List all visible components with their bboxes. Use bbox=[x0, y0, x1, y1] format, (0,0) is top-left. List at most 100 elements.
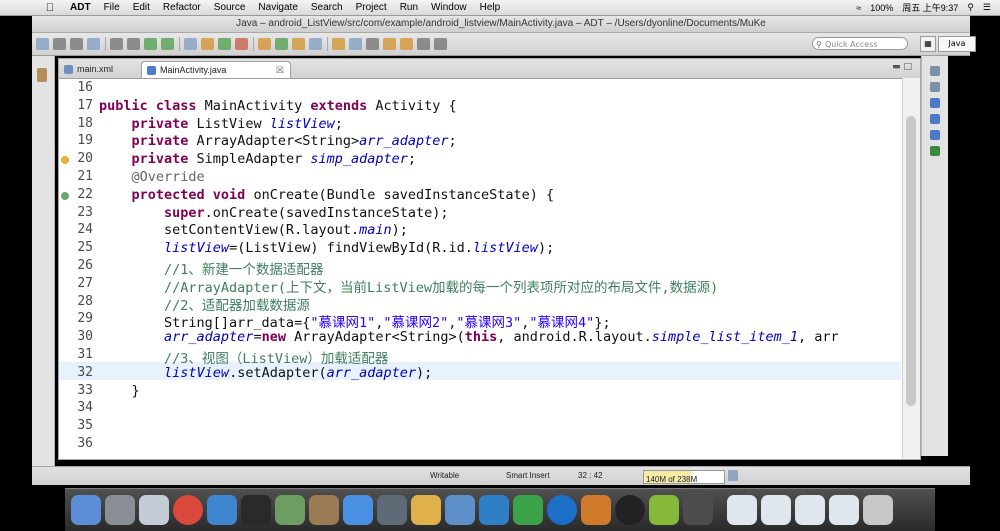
code-line[interactable]: } bbox=[99, 383, 140, 399]
menu-project[interactable]: Project bbox=[356, 0, 387, 15]
code-line[interactable]: listView=(ListView) findViewById(R.id.li… bbox=[99, 240, 554, 256]
battery-label[interactable]: 100% bbox=[870, 3, 893, 13]
scrollbar-thumb[interactable] bbox=[906, 116, 916, 406]
logcat-icon[interactable] bbox=[930, 146, 940, 156]
sourcetree-icon[interactable] bbox=[479, 495, 509, 525]
run-icon[interactable] bbox=[218, 38, 231, 50]
outline-view-icon[interactable] bbox=[930, 66, 940, 76]
klook-icon[interactable] bbox=[547, 495, 577, 525]
safari-icon[interactable] bbox=[139, 495, 169, 525]
code-line[interactable]: setContentView(R.layout.main); bbox=[99, 222, 408, 238]
new-icon[interactable] bbox=[36, 38, 49, 50]
code-line[interactable]: @Override bbox=[99, 169, 205, 185]
vertical-scrollbar[interactable] bbox=[902, 78, 920, 459]
code-line[interactable]: listView.setAdapter(arr_adapter); bbox=[99, 365, 432, 381]
restore-view-icon[interactable] bbox=[37, 68, 47, 82]
menu-edit[interactable]: Edit bbox=[133, 0, 150, 15]
window-title: Java – android_ListView/src/com/example/… bbox=[32, 16, 970, 33]
minimized-window-3[interactable] bbox=[795, 495, 825, 525]
xmind-icon[interactable] bbox=[513, 495, 543, 525]
menu-file[interactable]: File bbox=[104, 0, 120, 15]
search-icon[interactable] bbox=[309, 38, 322, 50]
toggle-mark-occurrences-icon[interactable] bbox=[332, 38, 345, 50]
new-java-package-icon[interactable] bbox=[258, 38, 271, 50]
clock-label[interactable]: 周五 上午9:37 bbox=[902, 1, 958, 14]
save-all-icon[interactable] bbox=[70, 38, 83, 50]
task-list-icon[interactable] bbox=[930, 82, 940, 92]
close-tab-icon[interactable]: ☒ bbox=[276, 62, 284, 79]
show-whitespace-icon[interactable] bbox=[349, 38, 362, 50]
tab-main-activity-java[interactable]: MainActivity.java ☒ bbox=[141, 61, 291, 78]
chrome-icon[interactable] bbox=[173, 495, 203, 525]
java-perspective-button[interactable]: Java bbox=[938, 36, 976, 52]
notification-center-icon[interactable]: ☰ bbox=[983, 2, 991, 13]
android-icon[interactable] bbox=[649, 495, 679, 525]
save-icon[interactable] bbox=[53, 38, 66, 50]
quick-access-input[interactable]: ⚲ Quick Access bbox=[812, 37, 908, 50]
menu-navigate[interactable]: Navigate bbox=[258, 0, 297, 15]
preview-icon[interactable] bbox=[275, 495, 305, 525]
back-icon[interactable] bbox=[417, 38, 430, 50]
debug-icon[interactable] bbox=[201, 38, 214, 50]
spotlight-icon[interactable]: ⚲ bbox=[967, 2, 974, 13]
menu-window[interactable]: Window bbox=[431, 0, 467, 15]
code-line[interactable]: arr_adapter=new ArrayAdapter<String>(thi… bbox=[99, 329, 839, 345]
launchpad-icon[interactable] bbox=[105, 495, 135, 525]
brackets-icon[interactable] bbox=[581, 495, 611, 525]
garbage-collect-icon[interactable] bbox=[728, 470, 738, 481]
code-editor[interactable]: 16 17 public class MainActivity extends Ac… bbox=[59, 78, 920, 459]
text-edit-icon[interactable] bbox=[411, 495, 441, 525]
eclipse-adt-icon[interactable] bbox=[683, 495, 713, 525]
minimized-window-1[interactable] bbox=[727, 495, 757, 525]
menu-search[interactable]: Search bbox=[311, 0, 343, 15]
previous-annotation-icon[interactable] bbox=[400, 38, 413, 50]
override-marker-icon[interactable] bbox=[61, 191, 69, 200]
import-icon[interactable] bbox=[110, 38, 123, 50]
status-bar: Writable Smart Insert 32 : 42 140M of 23… bbox=[32, 466, 970, 485]
minimized-window-2[interactable] bbox=[761, 495, 791, 525]
javadoc-icon[interactable] bbox=[930, 98, 940, 108]
keynote-icon[interactable] bbox=[445, 495, 475, 525]
trash-icon[interactable] bbox=[863, 495, 893, 525]
code-line[interactable]: private ListView listView; bbox=[99, 116, 343, 132]
menu-help[interactable]: Help bbox=[480, 0, 501, 15]
print-icon[interactable] bbox=[87, 38, 100, 50]
menu-source[interactable]: Source bbox=[214, 0, 246, 15]
declaration-icon[interactable] bbox=[930, 114, 940, 124]
new-java-class-icon[interactable] bbox=[275, 38, 288, 50]
menu-refactor[interactable]: Refactor bbox=[163, 0, 201, 15]
minimized-window-4[interactable] bbox=[829, 495, 859, 525]
heap-status[interactable]: 140M of 238M bbox=[643, 470, 725, 484]
android-sdk-manager-icon[interactable] bbox=[144, 38, 157, 50]
avd-manager-icon[interactable] bbox=[161, 38, 174, 50]
code-line[interactable]: private SimpleAdapter simp_adapter; bbox=[99, 151, 417, 167]
finder-icon[interactable] bbox=[71, 495, 101, 525]
toolbar: ⚲ Quick Access ▦ Java bbox=[32, 33, 976, 56]
open-type-icon[interactable] bbox=[292, 38, 305, 50]
menu-run[interactable]: Run bbox=[400, 0, 418, 15]
code-line[interactable]: super.onCreate(savedInstanceState); bbox=[99, 205, 448, 221]
code-line[interactable]: private ArrayAdapter<String>arr_adapter; bbox=[99, 133, 457, 149]
code-line[interactable]: protected void onCreate(Bundle savedInst… bbox=[99, 187, 555, 203]
wifi-icon[interactable]: ≈ bbox=[856, 3, 861, 13]
qq-browser-icon[interactable] bbox=[207, 495, 237, 525]
archive-icon[interactable] bbox=[309, 495, 339, 525]
qq-icon[interactable] bbox=[615, 495, 645, 525]
app-store-icon[interactable] bbox=[343, 495, 373, 525]
system-preferences-icon[interactable] bbox=[377, 495, 407, 525]
console-icon[interactable] bbox=[930, 130, 940, 140]
forward-icon[interactable] bbox=[434, 38, 447, 50]
code-line[interactable]: public class MainActivity extends Activi… bbox=[99, 98, 457, 114]
terminal-icon[interactable] bbox=[241, 495, 271, 525]
lint-icon[interactable] bbox=[184, 38, 197, 50]
external-tools-icon[interactable] bbox=[235, 38, 248, 50]
export-icon[interactable] bbox=[127, 38, 140, 50]
apple-menu-icon[interactable]:  bbox=[42, 2, 58, 14]
menu-app[interactable]: ADT bbox=[70, 0, 91, 15]
minimize-maximize-icon[interactable]: ▬ □ bbox=[892, 62, 912, 72]
next-annotation-icon[interactable] bbox=[383, 38, 396, 50]
block-selection-icon[interactable] bbox=[366, 38, 379, 50]
dock bbox=[65, 488, 935, 531]
open-perspective-icon[interactable]: ▦ bbox=[920, 36, 936, 52]
tab-main-xml[interactable]: main.xml bbox=[59, 61, 141, 78]
